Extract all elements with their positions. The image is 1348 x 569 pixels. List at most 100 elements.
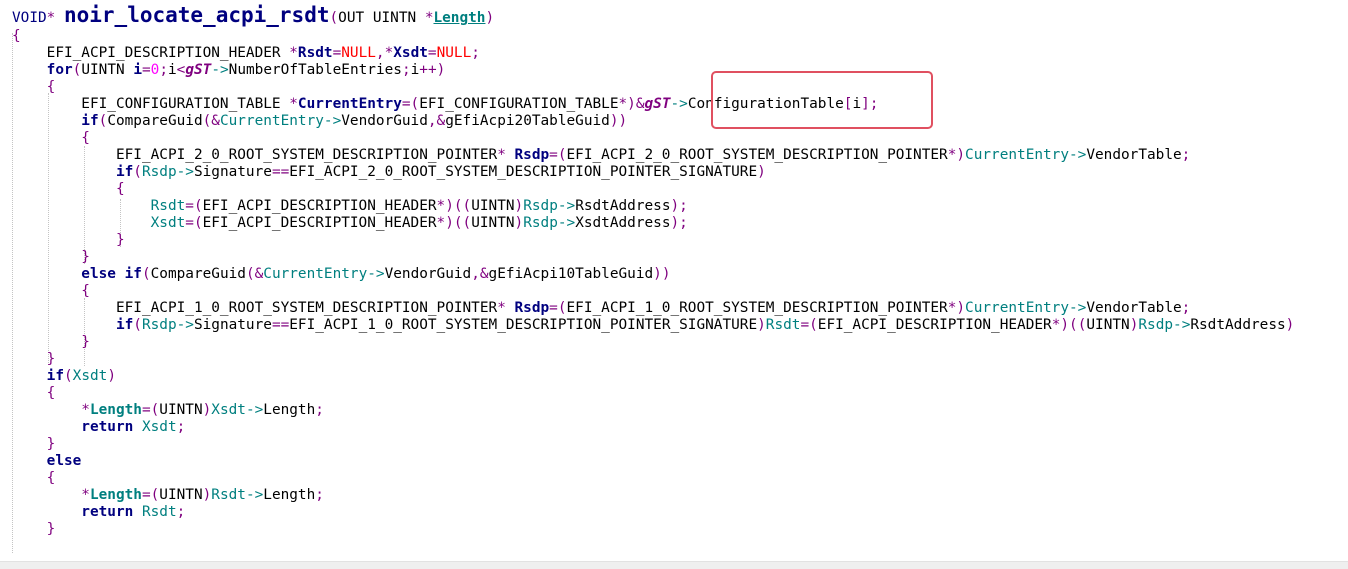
code-token: else [12,453,82,469]
code-token: { [12,130,90,146]
code-token: == [271,317,290,333]
code-token: Rsdt [12,198,186,214]
code-token: return [12,504,142,520]
code-token: Xsdt [12,215,186,231]
code-token: if [12,113,99,129]
code-token: Rsdt [765,317,801,333]
code-token: Rsdp [141,317,177,333]
code-token: =( [141,487,160,503]
code-token: EFI_CONFIGURATION_TABLE [419,96,619,112]
code-token: } [12,521,56,537]
code-token: NumberOfTableEntries [228,62,402,78]
code-line: } [12,334,90,351]
code-editor[interactable]: VOID* noir_locate_acpi_rsdt(OUT UINTN *L… [0,0,1348,560]
code-token: Rsdp [141,164,177,180]
code-token: = [141,62,151,78]
code-token: ( [133,317,142,333]
code-token: ; [315,487,324,503]
code-token: CurrentEntry [263,266,368,282]
code-token: =( [141,402,160,418]
code-token: * [289,45,298,61]
code-token: } [12,232,125,248]
code-token: ; [1181,300,1191,316]
code-token: -> [1069,300,1087,316]
code-token: * [497,300,515,316]
code-token: ,& [471,266,489,282]
code-token: OUT UINTN [338,10,425,26]
code-token: ; [401,62,411,78]
code-line: { [12,181,125,198]
code-token: gST [644,96,671,112]
code-token: -> [245,402,264,418]
code-token: CurrentEntry [965,147,1070,163]
code-token: Rsdp [514,147,550,163]
code-token: UINTN [471,198,515,214]
code-token: EFI_ACPI_DESCRIPTION_HEADER [202,215,437,231]
code-token: Xsdt [211,402,246,418]
code-line: { [12,79,56,96]
code-token: VendorGuid [341,113,428,129]
code-line: EFI_ACPI_1_0_ROOT_SYSTEM_DESCRIPTION_POI… [12,300,1190,317]
code-token: -> [557,215,576,231]
code-token: CurrentEntry [297,96,402,112]
code-token: ); [670,198,688,214]
code-token: i [168,62,177,78]
code-token: if [12,164,134,180]
code-token: -> [176,317,194,333]
code-token: UINTN [159,402,203,418]
code-token: Length [263,487,316,503]
code-token: EFI_ACPI_DESCRIPTION_HEADER [202,198,437,214]
code-token: { [12,28,21,44]
code-line: VOID* noir_locate_acpi_rsdt(OUT UINTN *L… [12,3,494,27]
code-token: VOID [12,10,47,26]
code-line: *Length=(UINTN)Xsdt->Length; [12,402,324,419]
code-token: CompareGuid [150,266,246,282]
code-token: Xsdt [393,45,428,61]
code-token: ) [485,10,495,26]
code-token: CompareGuid [107,113,203,129]
code-token: VendorTable [1086,300,1182,316]
code-token: Length [89,402,142,418]
code-token: -> [211,62,229,78]
code-line: { [12,283,90,300]
code-token: NULL [436,45,472,61]
code-token: =( [800,317,818,333]
code-token: )) [609,113,628,129]
code-token: Rsdt [297,45,333,61]
code-token: ) [107,368,116,384]
code-token: (& [245,266,264,282]
code-token: *)(( [436,198,472,214]
code-token: =( [401,96,420,112]
code-token: EFI_ACPI_2_0_ROOT_SYSTEM_DESCRIPTION_POI… [12,147,498,163]
code-token: UINTN [159,487,203,503]
code-token: =( [185,198,203,214]
code-token: EFI_ACPI_1_0_ROOT_SYSTEM_DESCRIPTION_POI… [12,300,498,316]
code-token: ( [133,164,142,180]
code-token: EFI_ACPI_DESCRIPTION_HEADER [12,45,290,61]
code-token: if [12,317,134,333]
code-line: } [12,521,56,538]
code-token: Signature [193,317,272,333]
code-token: Length [89,487,142,503]
code-line: if(Rsdp->Signature==EFI_ACPI_1_0_ROOT_SY… [12,317,1294,334]
code-token: Signature [193,164,272,180]
code-token: ++) [419,62,446,78]
code-token: return [12,419,142,435]
code-token: *)(( [1051,317,1087,333]
code-token: -> [1069,147,1087,163]
code-line: { [12,385,56,402]
code-token: -> [1173,317,1191,333]
code-token: ) [757,164,766,180]
code-token: { [12,470,56,486]
code-token: EFI_CONFIGURATION_TABLE [12,96,290,112]
code-token: gEfiAcpi20TableGuid [445,113,610,129]
code-token: * [12,402,90,418]
code-line: } [12,249,90,266]
code-token: { [12,283,90,299]
code-token: CurrentEntry [219,113,324,129]
code-token: VendorGuid [384,266,472,282]
code-token: =( [549,147,567,163]
code-token: (& [202,113,220,129]
code-token: ) [757,317,766,333]
code-token: ; [471,45,480,61]
